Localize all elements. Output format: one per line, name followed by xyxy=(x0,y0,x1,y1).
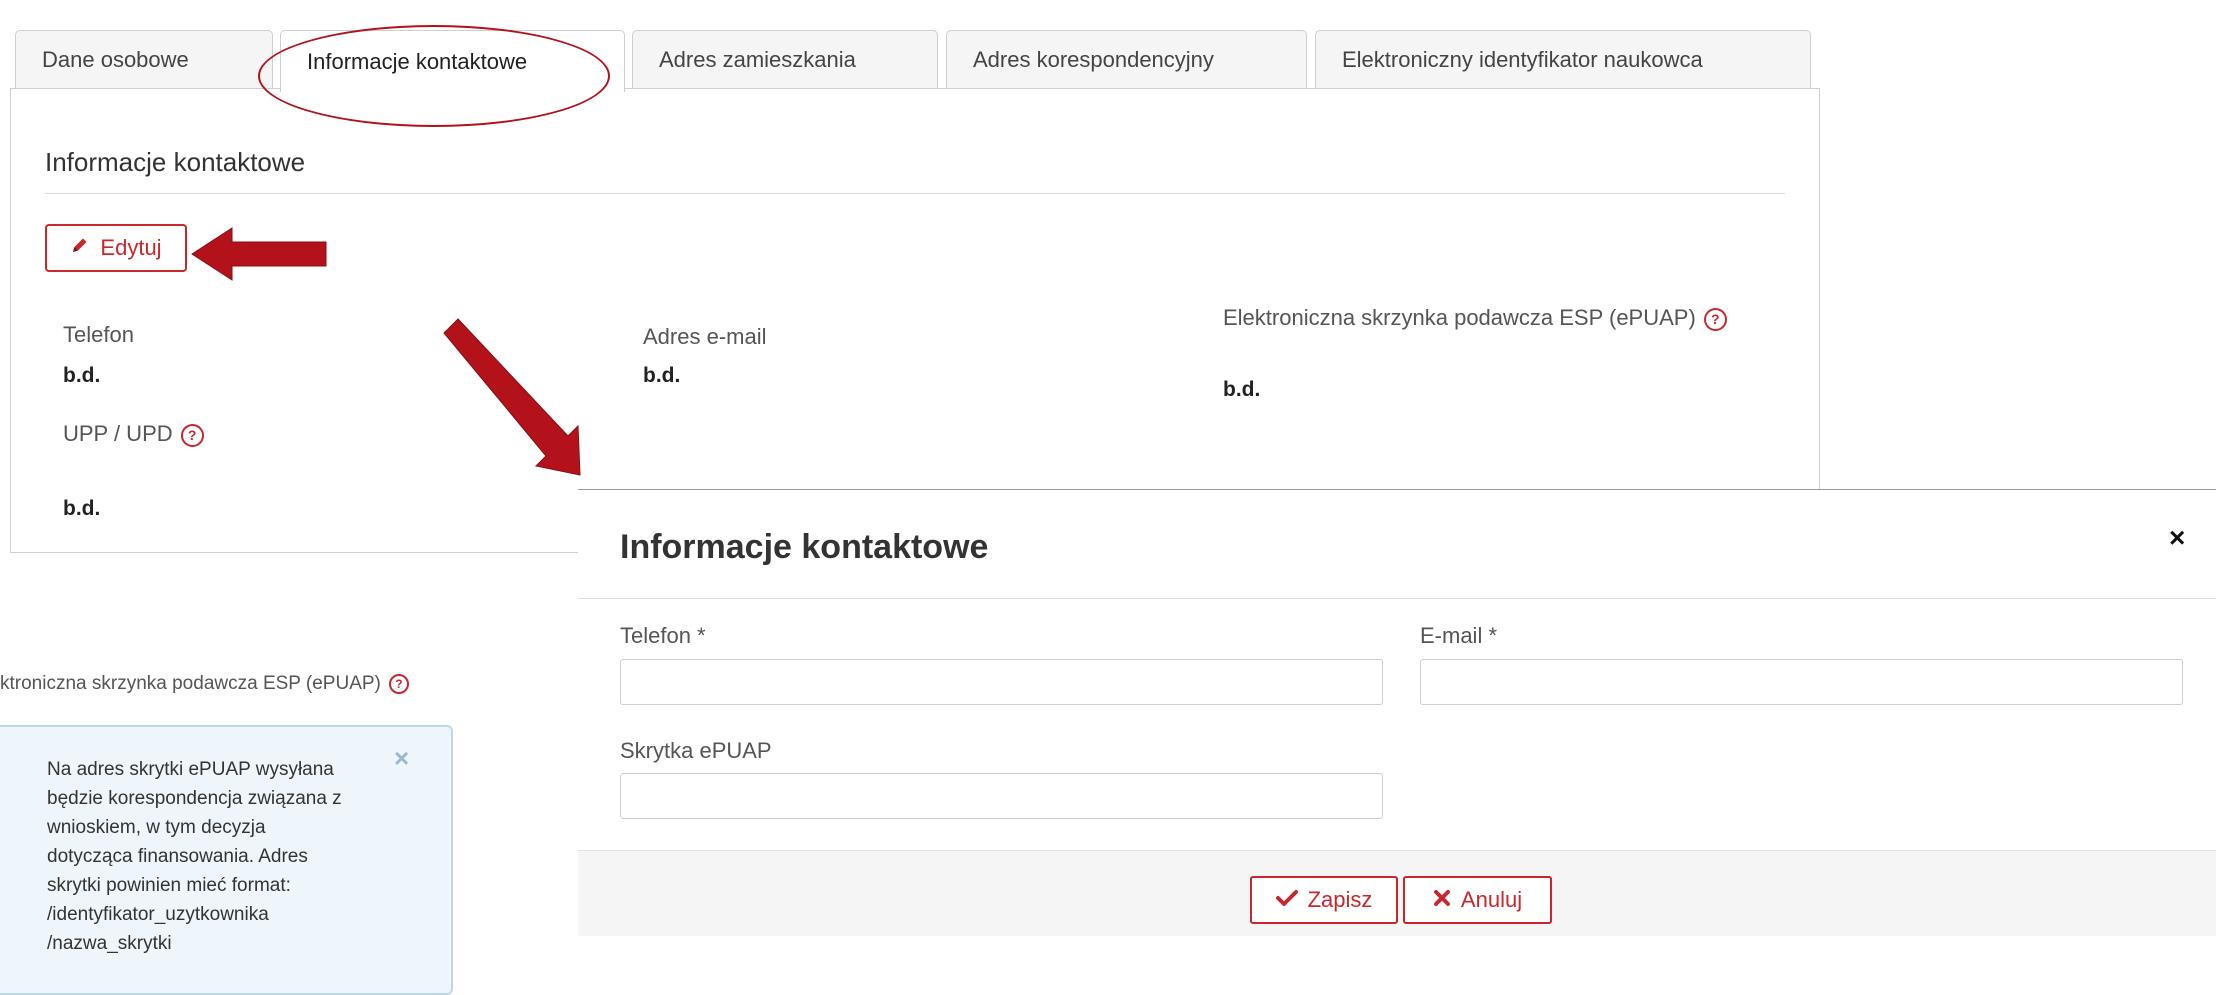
upp-value: b.d. xyxy=(63,497,101,520)
epuap-input[interactable] xyxy=(620,773,1383,819)
modal-header-divider xyxy=(578,598,2216,599)
email-value: b.d. xyxy=(643,364,681,387)
cancel-button-label: Anuluj xyxy=(1460,887,1523,912)
section-divider xyxy=(45,193,1785,194)
save-button[interactable]: Zapisz xyxy=(1250,876,1398,924)
phone-input[interactable] xyxy=(620,659,1383,705)
help-icon[interactable]: ? xyxy=(1703,307,1727,331)
close-icon[interactable]: × xyxy=(394,743,409,774)
modal-footer: Zapisz Anuluj xyxy=(578,850,2216,936)
popover-context-label: ktroniczna skrzynka podawcza ESP (ePUAP)… xyxy=(0,673,409,695)
phone-label: Telefon xyxy=(63,322,134,347)
tab-adres-zamieszkania[interactable]: Adres zamieszkania xyxy=(632,30,938,88)
esp-label-text: Elektroniczna skrzynka podawcza ESP (ePU… xyxy=(1223,305,1696,330)
phone-value: b.d. xyxy=(63,364,101,387)
pencil-icon xyxy=(70,235,90,261)
contact-info-modal: Informacje kontaktowe × Telefon * E-mail… xyxy=(578,489,2216,936)
annotation-arrow-diagonal xyxy=(443,318,581,476)
email-label: Adres e-mail xyxy=(643,324,767,349)
tab-dane-osobowe[interactable]: Dane osobowe xyxy=(15,30,273,88)
upp-label: UPP / UPD? xyxy=(63,421,204,447)
upp-label-text: UPP / UPD xyxy=(63,421,173,446)
check-icon xyxy=(1275,887,1298,913)
annotation-oval xyxy=(258,25,610,127)
save-button-label: Zapisz xyxy=(1307,887,1373,912)
section-title: Informacje kontaktowe xyxy=(45,147,306,177)
edit-button-label: Edytuj xyxy=(100,235,162,260)
esp-label: Elektroniczna skrzynka podawcza ESP (ePU… xyxy=(1223,305,1727,331)
help-icon[interactable]: ? xyxy=(388,673,409,694)
esp-value: b.d. xyxy=(1223,378,1261,401)
modal-epuap-label: Skrytka ePUAP xyxy=(620,738,772,763)
modal-email-label: E-mail * xyxy=(1420,623,1498,648)
modal-phone-label: Telefon * xyxy=(620,623,706,648)
help-icon[interactable]: ? xyxy=(180,423,204,447)
epuap-info-popover: Na adres skrytki ePUAP wysyłana będzie k… xyxy=(0,725,453,995)
edit-button[interactable]: Edytuj xyxy=(45,224,187,272)
cancel-button[interactable]: Anuluj xyxy=(1403,876,1552,924)
tab-elektroniczny-identyfikator[interactable]: Elektroniczny identyfikator naukowca xyxy=(1315,30,1811,88)
email-input[interactable] xyxy=(1420,659,2183,705)
close-icon[interactable]: × xyxy=(2169,522,2185,554)
tab-adres-korespondencyjny[interactable]: Adres korespondencyjny xyxy=(946,30,1307,88)
annotation-arrow-left xyxy=(191,227,327,281)
modal-title: Informacje kontaktowe xyxy=(620,528,989,566)
x-icon xyxy=(1433,887,1451,913)
popover-text: Na adres skrytki ePUAP wysyłana będzie k… xyxy=(47,759,342,954)
popover-context-text: ktroniczna skrzynka podawcza ESP (ePUAP) xyxy=(0,673,381,694)
